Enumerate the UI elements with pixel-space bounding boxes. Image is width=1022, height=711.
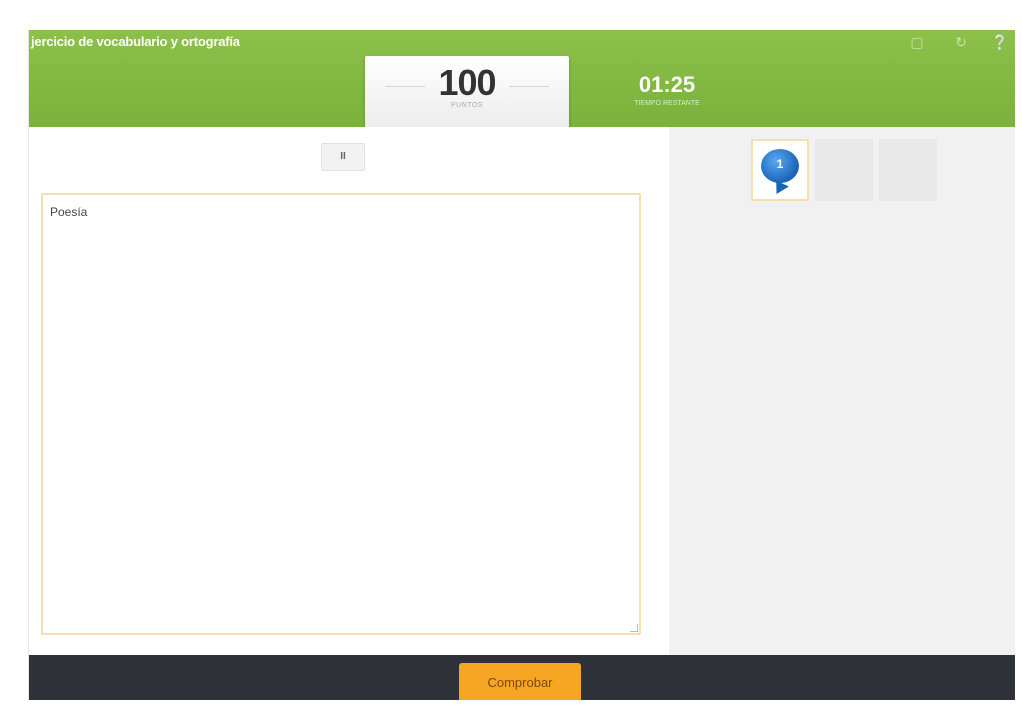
- resize-grip-icon[interactable]: [630, 624, 638, 632]
- pause-button[interactable]: II: [321, 143, 365, 171]
- answer-panel: II Poesía: [29, 127, 669, 655]
- fullscreen-icon[interactable]: ▢: [909, 34, 925, 50]
- hint-slot-2: [815, 139, 873, 201]
- exercise-app: jercicio de vocabulario y ortografía ▢ ↻…: [28, 30, 1015, 700]
- hint-number: 1: [776, 157, 784, 171]
- hint-slot-3: [879, 139, 937, 201]
- check-button[interactable]: Comprobar: [459, 663, 581, 700]
- exercise-title: jercicio de vocabulario y ortografía: [31, 34, 240, 49]
- speech-bubble-icon: 1: [761, 149, 799, 198]
- hints-panel: 1: [669, 127, 1015, 655]
- help-icon[interactable]: ❔: [991, 34, 1008, 50]
- speech-bubble-tail: [771, 180, 789, 198]
- score-label: PUNTOS: [450, 102, 484, 109]
- footer-bar: Comprobar: [29, 655, 1015, 700]
- header-bar: jercicio de vocabulario y ortografía ▢ ↻…: [29, 30, 1015, 128]
- answer-text: Poesía: [50, 205, 88, 219]
- score-card: 100 PUNTOS: [365, 56, 569, 128]
- answer-textarea[interactable]: Poesía: [41, 193, 641, 635]
- timer-label: TIEMPO RESTANTE: [634, 100, 700, 107]
- hint-slot-1[interactable]: 1: [751, 139, 809, 201]
- score-value: 100: [438, 62, 496, 103]
- timer-value: 01:25: [638, 72, 696, 97]
- refresh-icon[interactable]: ↻: [953, 34, 969, 50]
